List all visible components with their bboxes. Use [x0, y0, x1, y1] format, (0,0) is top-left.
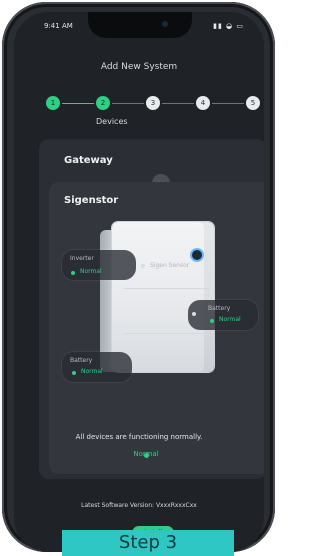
overall-status: Normal	[133, 450, 159, 458]
status-dot-icon	[71, 271, 75, 275]
all-devices-message: All devices are functioning normally.	[75, 433, 203, 441]
step-4[interactable]: 4	[196, 96, 210, 110]
status-time: 9:41 AM	[44, 22, 73, 30]
device-image	[112, 222, 214, 372]
step-connector-4	[212, 103, 244, 104]
step-connector-1	[62, 103, 94, 104]
inverter-label: Inverter	[70, 255, 94, 262]
battery-label-left: Battery	[70, 357, 93, 364]
status-dot-icon	[72, 371, 76, 375]
device-divider-2	[124, 333, 210, 334]
status-dot-icon	[210, 319, 214, 323]
software-version: Latest Software Version: VxxxRxxxCxx	[81, 502, 197, 509]
battery-status-left: Normal	[81, 368, 103, 375]
step-5[interactable]: 5	[246, 96, 260, 110]
camera-icon	[162, 21, 168, 27]
connector-dot-icon	[192, 312, 196, 316]
device-label: Sigen Sensor	[150, 262, 190, 269]
device-divider-1	[124, 288, 210, 289]
gateway-title[interactable]: Gateway	[64, 155, 113, 166]
battery-label-right: Battery	[208, 305, 231, 312]
status-icons: ▮▮ ◒ ▭	[213, 22, 244, 30]
step-3[interactable]: 3	[146, 96, 160, 110]
step-connector-2	[112, 103, 144, 104]
inverter-status: Normal	[80, 268, 102, 275]
step-connector-3	[162, 103, 194, 104]
battery-status-right: Normal	[219, 316, 241, 323]
step-2[interactable]: 2	[96, 96, 110, 110]
step-overlay-label: Step 3	[62, 530, 234, 556]
page-title: Add New System	[100, 62, 178, 72]
step-1[interactable]: 1	[46, 96, 60, 110]
screen: 9:41 AM ▮▮ ◒ ▭ Add New System 1 2 3 4 5 …	[14, 12, 264, 552]
sigenstor-title: Sigenstor	[64, 195, 119, 206]
stepper: 1 2 3 4 5	[46, 96, 262, 114]
connector-dot-icon	[141, 264, 145, 268]
phone-frame: 9:41 AM ▮▮ ◒ ▭ Add New System 1 2 3 4 5 …	[2, 2, 275, 552]
active-step-label: Devices	[96, 117, 128, 126]
connector-dot-icon	[138, 364, 142, 368]
notch	[88, 12, 192, 38]
device-indicator-icon	[192, 250, 202, 260]
